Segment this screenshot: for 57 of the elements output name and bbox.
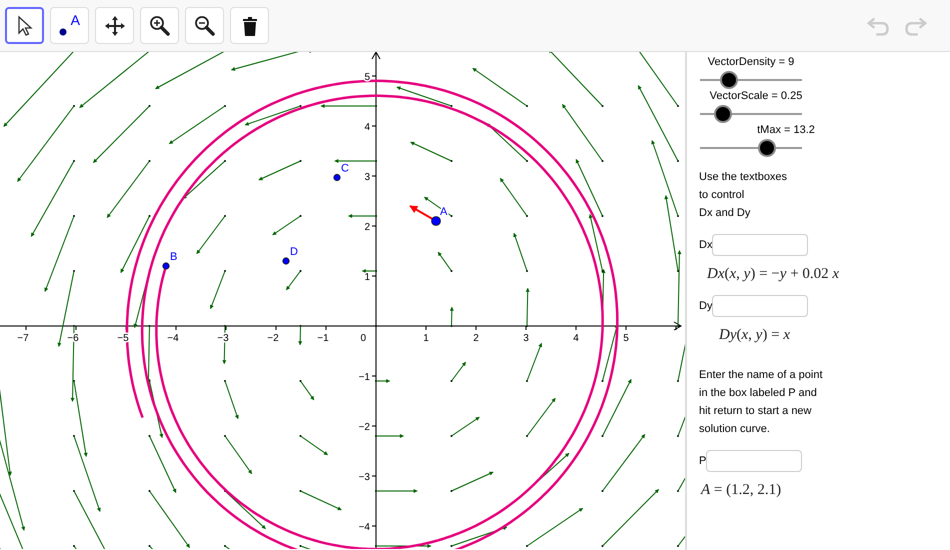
slider-label: tMax = 13.2 (757, 124, 815, 136)
point-tool-button[interactable]: A (50, 7, 89, 44)
field-label: Dy (699, 300, 712, 312)
axis-label: −4 (358, 522, 370, 533)
formula-text: A = (1.2, 2.1) (701, 482, 782, 499)
point-label: B (170, 251, 178, 263)
axis-label: 3 (523, 333, 529, 344)
axis-label: −3 (358, 472, 370, 483)
instruction-text: Use the textboxes (699, 170, 788, 185)
point-label: D (290, 246, 298, 258)
axis-label: 4 (364, 122, 370, 133)
axis-label: 1 (364, 272, 370, 283)
select-tool-button[interactable] (5, 7, 44, 44)
slider-thumb[interactable] (714, 105, 732, 123)
axis-label: −1 (358, 372, 370, 383)
axis-label: 3 (364, 172, 370, 183)
axis-label: −4 (167, 333, 179, 344)
axis-label: −1 (317, 333, 329, 344)
axis-label: 5 (623, 333, 629, 344)
point-marker[interactable] (431, 216, 441, 226)
zoom-out-icon (192, 14, 216, 38)
slider-thumb[interactable] (720, 71, 738, 89)
axis-label: 1 (423, 333, 429, 344)
formula-text: Dy(x, y) = x (719, 327, 790, 344)
point-marker[interactable] (162, 262, 170, 270)
zoom-in-icon (148, 14, 172, 38)
field-label: Dx (699, 239, 712, 251)
point-input-field[interactable] (706, 450, 802, 472)
instruction-text: Dx and Dy (699, 206, 750, 221)
axis-label: −2 (358, 422, 370, 433)
axis-label: −2 (267, 333, 279, 344)
point-label: C (341, 162, 349, 174)
field-label: P (699, 455, 706, 467)
dy-input-field[interactable] (712, 295, 808, 317)
instruction-text: to control (699, 188, 744, 203)
axis-label: 2 (364, 222, 370, 233)
move-arrows-icon (102, 14, 126, 38)
instruction-text: Enter the name of a point (699, 368, 823, 383)
dx-input-field[interactable] (712, 234, 808, 256)
axis-label: 2 (473, 333, 479, 344)
move-tool-button[interactable] (95, 7, 134, 44)
formula-text: Dx(x, y) = −y + 0.02 x (707, 266, 840, 283)
instruction-text: hit return to start a new (699, 404, 812, 419)
zoom-in-tool-button[interactable] (140, 7, 179, 44)
instruction-text: solution curve. (699, 422, 770, 437)
point-icon (58, 28, 66, 36)
slider-label: VectorScale = 0.25 (710, 90, 802, 102)
slider-thumb[interactable] (758, 139, 776, 157)
delete-tool-button[interactable] (230, 7, 269, 44)
axis-label: −7 (17, 333, 29, 344)
axis-label: 0 (360, 333, 366, 344)
slider-label: VectorDensity = 9 (708, 56, 794, 68)
point-marker[interactable] (282, 257, 290, 265)
axis-label: 4 (573, 333, 579, 344)
instruction-text: in the box labeled P and (699, 386, 817, 401)
point-marker[interactable] (333, 174, 341, 182)
zoom-out-tool-button[interactable] (185, 7, 224, 44)
